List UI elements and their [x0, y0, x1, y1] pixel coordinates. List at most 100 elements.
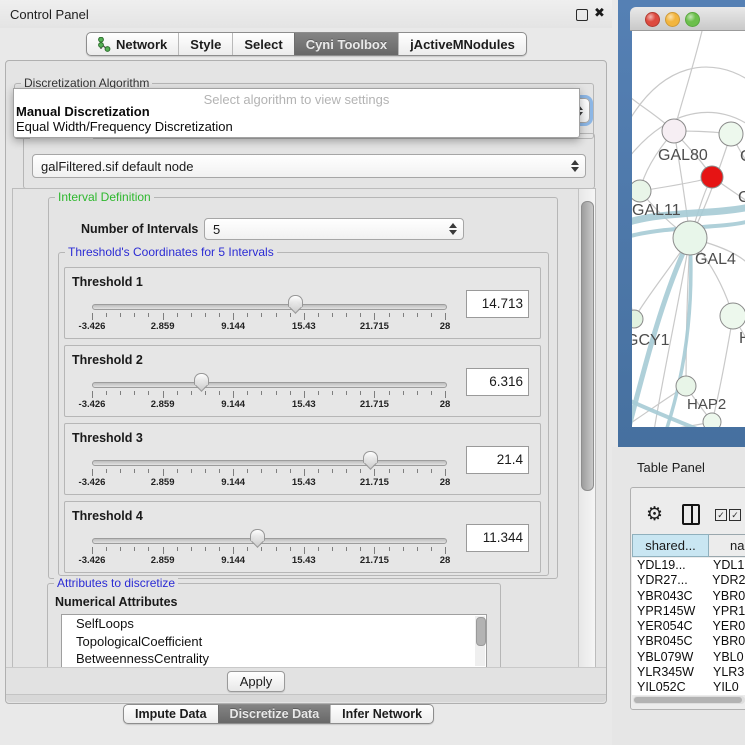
tab-discretize-data[interactable]: Discretize Data: [218, 705, 331, 723]
tick-label: -3.426: [69, 555, 115, 566]
major-tick: [445, 313, 446, 320]
column-layout-icon[interactable]: [682, 504, 700, 525]
table-rows: YDL19...YDL1YDR27...YDR2YBR043CYBR0YPR14…: [632, 558, 745, 695]
network-node[interactable]: [662, 119, 686, 143]
table-row[interactable]: YLR345WYLR3: [632, 665, 745, 680]
close-traffic-light[interactable]: [645, 12, 660, 27]
network-node[interactable]: [632, 310, 643, 328]
minor-tick: [261, 469, 262, 473]
threshold-slider-track[interactable]: [92, 304, 447, 310]
horizontal-scrollbar-thumb[interactable]: [634, 697, 742, 703]
tick-label: 15.43: [281, 555, 327, 566]
table-data-group: Table Data galFiltered.sif default node: [23, 133, 595, 189]
gear-icon[interactable]: ⚙: [646, 503, 663, 526]
table-row[interactable]: YBR043CYBR0: [632, 589, 745, 604]
name-cell: YLR3: [709, 665, 744, 680]
horizontal-scrollbar[interactable]: [633, 696, 745, 704]
checkbox-icon[interactable]: ✓: [729, 509, 741, 521]
minimize-traffic-light[interactable]: [665, 12, 680, 27]
network-node[interactable]: [701, 166, 723, 188]
shared-name-cell: YBR045C: [632, 634, 709, 649]
tab-select[interactable]: Select: [232, 33, 293, 55]
threshold-slider-thumb[interactable]: [363, 451, 378, 469]
minor-tick: [177, 547, 178, 551]
major-tick: [445, 469, 446, 476]
zoom-traffic-light[interactable]: [685, 12, 700, 27]
interval-definition-title: Interval Definition: [55, 190, 154, 204]
network-node[interactable]: [703, 413, 721, 427]
network-node[interactable]: [720, 303, 745, 329]
tick-label: 21.715: [351, 477, 397, 488]
minor-tick: [318, 313, 319, 317]
threshold-slider-track[interactable]: [92, 382, 447, 388]
threshold-slider-thumb[interactable]: [194, 373, 209, 391]
minor-tick: [106, 547, 107, 551]
list-scrollbar[interactable]: [475, 616, 485, 666]
threshold-value-field[interactable]: 11.344: [466, 524, 529, 552]
minor-tick: [431, 313, 432, 317]
tick-label: 9.144: [210, 555, 256, 566]
number-of-intervals-label: Number of Intervals: [81, 222, 198, 236]
minor-tick: [360, 469, 361, 473]
tab-jactivemnodules[interactable]: jActiveMNodules: [398, 33, 526, 55]
minor-tick: [389, 391, 390, 395]
minor-tick: [389, 469, 390, 473]
network-node[interactable]: [719, 122, 743, 146]
number-of-intervals-select[interactable]: 5: [204, 218, 464, 240]
tab-infer-network[interactable]: Infer Network: [330, 705, 433, 723]
checkbox-icon[interactable]: ✓: [715, 509, 727, 521]
table-row[interactable]: YBR045CYBR0: [632, 634, 745, 649]
attribute-item[interactable]: SelfLoops: [62, 615, 486, 633]
attribute-item[interactable]: BetweennessCentrality: [62, 650, 486, 668]
table-row[interactable]: YBL079WYBL0: [632, 650, 745, 665]
network-node[interactable]: [676, 376, 696, 396]
table-row[interactable]: YDR27...YDR2: [632, 573, 745, 588]
network-node[interactable]: [673, 221, 707, 255]
vertical-scrollbar-thumb[interactable]: [581, 201, 594, 491]
panel-bottom-strip: [6, 694, 606, 702]
threshold-label: Threshold 4: [72, 509, 143, 523]
minor-tick: [148, 313, 149, 317]
tab-impute-data[interactable]: Impute Data: [124, 705, 218, 723]
algorithm-option[interactable]: Equal Width/Frequency Discretization: [16, 119, 233, 134]
table-data-select[interactable]: galFiltered.sif default node: [32, 154, 586, 178]
threshold-slider-track[interactable]: [92, 538, 447, 544]
float-window-icon[interactable]: [576, 9, 588, 21]
minor-tick: [389, 547, 390, 551]
tab-network[interactable]: Network: [87, 33, 178, 55]
name-cell: YIL0: [709, 680, 739, 695]
table-row[interactable]: YIL052CYIL0: [632, 680, 745, 695]
major-tick: [163, 469, 164, 476]
major-tick: [374, 469, 375, 476]
screen: Control Panel ✖ NetworkStyleSelectCyni T…: [0, 0, 745, 745]
minor-tick: [389, 313, 390, 317]
close-icon[interactable]: ✖: [594, 5, 605, 21]
attribute-item[interactable]: TopologicalCoefficient: [62, 633, 486, 651]
apply-button[interactable]: Apply: [227, 671, 285, 692]
algorithm-option[interactable]: Manual Discretization: [16, 104, 150, 119]
table-row[interactable]: YPR145WYPR1: [632, 604, 745, 619]
threshold-label: Threshold 3: [72, 431, 143, 445]
network-edge: [632, 67, 745, 126]
numerical-attributes-list[interactable]: SelfLoopsTopologicalCoefficientBetweenne…: [61, 614, 487, 668]
minor-tick: [106, 391, 107, 395]
column-header-name[interactable]: name: [709, 534, 745, 557]
minor-tick: [148, 547, 149, 551]
network-canvas[interactable]: GAL80GGAL11GAL4GCY1HHAP2C: [632, 31, 745, 427]
threshold-slider-track[interactable]: [92, 460, 447, 466]
table-row[interactable]: YDL19...YDL1: [632, 558, 745, 573]
threshold-value-field[interactable]: 14.713: [466, 290, 529, 318]
tab-style[interactable]: Style: [178, 33, 232, 55]
threshold-value-field[interactable]: 6.316: [466, 368, 529, 396]
minor-tick: [106, 313, 107, 317]
threshold-value-field[interactable]: 21.4: [466, 446, 529, 474]
network-window-titlebar[interactable]: [630, 7, 745, 31]
minor-tick: [276, 391, 277, 395]
tab-cyni-toolbox[interactable]: Cyni Toolbox: [294, 33, 398, 55]
table-row[interactable]: YER054CYER0: [632, 619, 745, 634]
vertical-scrollbar[interactable]: [578, 189, 595, 667]
threshold-slider-thumb[interactable]: [288, 295, 303, 313]
column-header-shared-name[interactable]: shared...: [632, 534, 709, 557]
network-node[interactable]: [632, 180, 651, 202]
threshold-slider-thumb[interactable]: [250, 529, 265, 547]
